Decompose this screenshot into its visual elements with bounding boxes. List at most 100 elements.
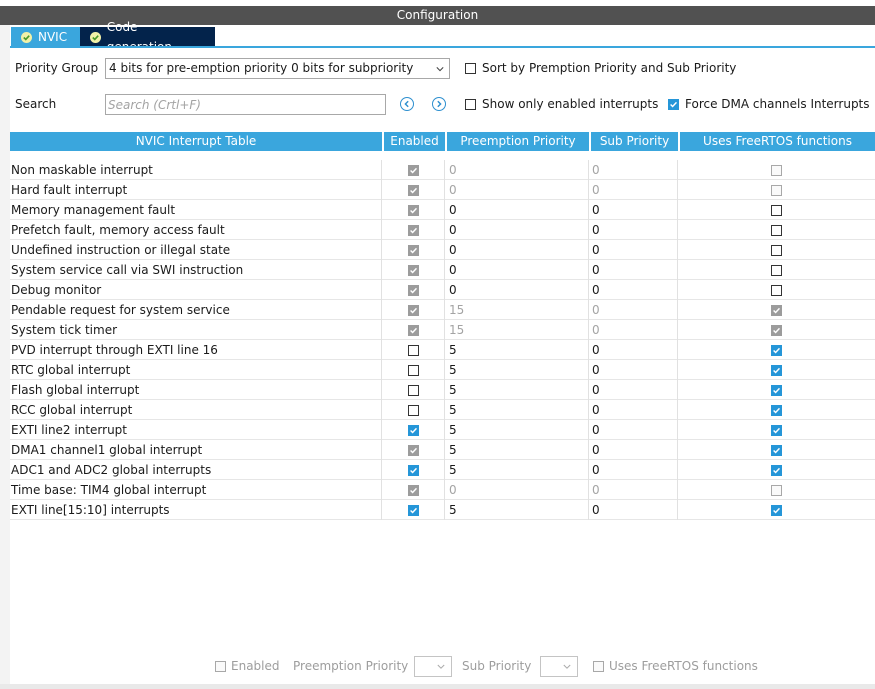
enabled-checkbox <box>408 324 419 336</box>
table-row[interactable]: Pendable request for system service 15 0 <box>10 299 875 320</box>
enabled-checkbox[interactable] <box>408 404 419 416</box>
freertos-checkbox[interactable] <box>770 224 782 236</box>
freertos-cell <box>678 160 873 180</box>
enabled-cell <box>382 219 445 240</box>
sub-priority-cell[interactable]: 0 <box>589 199 678 220</box>
sub-priority-cell[interactable]: 0 <box>589 419 678 440</box>
preemption-priority-cell[interactable]: 0 <box>445 279 589 300</box>
enabled-checkbox[interactable] <box>408 384 419 396</box>
sort-priority-option[interactable]: Sort by Premption Priority and Sub Prior… <box>465 61 736 75</box>
table-row[interactable]: EXTI line[15:10] interrupts 5 0 <box>10 499 875 520</box>
table-row[interactable]: Flash global interrupt 5 0 <box>10 379 875 400</box>
table-row[interactable]: DMA1 channel1 global interrupt 5 0 <box>10 439 875 460</box>
sub-priority-cell[interactable]: 0 <box>589 439 678 460</box>
enabled-checkbox <box>408 184 419 196</box>
sub-priority-cell[interactable]: 0 <box>589 239 678 260</box>
preemption-priority-cell[interactable]: 5 <box>445 399 589 420</box>
enabled-checkbox[interactable] <box>408 364 419 376</box>
force-dma-checkbox[interactable] <box>668 98 679 110</box>
preemption-priority-cell[interactable]: 5 <box>445 379 589 400</box>
footer-enabled-option[interactable]: Enabled <box>215 656 280 676</box>
interrupt-name: Prefetch fault, memory access fault <box>10 219 382 240</box>
table-row[interactable]: RCC global interrupt 5 0 <box>10 399 875 420</box>
footer-enabled-checkbox[interactable] <box>215 660 226 672</box>
preemption-priority-cell[interactable]: 0 <box>445 199 589 220</box>
sub-priority-cell[interactable]: 0 <box>589 219 678 240</box>
chevron-down-icon <box>436 67 444 72</box>
freertos-checkbox[interactable] <box>770 464 782 476</box>
freertos-checkbox[interactable] <box>770 504 782 516</box>
freertos-checkbox[interactable] <box>770 264 782 276</box>
table-row[interactable]: Debug monitor 0 0 <box>10 279 875 300</box>
search-previous-button[interactable] <box>400 97 414 111</box>
enabled-checkbox[interactable] <box>408 464 419 476</box>
table-row[interactable]: System service call via SWI instruction 0… <box>10 259 875 280</box>
preemption-priority-cell[interactable]: 5 <box>445 459 589 480</box>
freertos-checkbox[interactable] <box>770 244 782 256</box>
priority-group-select[interactable]: 4 bits for pre-emption priority 0 bits f… <box>105 58 450 79</box>
table-row[interactable]: Memory management fault 0 0 <box>10 199 875 220</box>
enabled-checkbox <box>408 444 419 456</box>
sub-priority-cell[interactable]: 0 <box>589 499 678 520</box>
enabled-checkbox[interactable] <box>408 424 419 436</box>
freertos-checkbox[interactable] <box>770 344 782 356</box>
interrupt-name: PVD interrupt through EXTI line 16 <box>10 339 382 360</box>
table-row[interactable]: Hard fault interrupt 0 0 <box>10 179 875 200</box>
table-row[interactable]: EXTI line2 interrupt 5 0 <box>10 419 875 440</box>
header-interrupt-table[interactable]: NVIC Interrupt Table <box>10 132 384 151</box>
footer-sub-priority-select[interactable] <box>540 656 578 677</box>
sub-priority-cell[interactable]: 0 <box>589 359 678 380</box>
footer-freertos-checkbox[interactable] <box>593 660 604 672</box>
freertos-checkbox[interactable] <box>770 364 782 376</box>
tab-bar: NVIC Code generation <box>11 20 215 54</box>
table-row[interactable]: Undefined instruction or illegal state 0 0 <box>10 239 875 260</box>
preemption-priority-cell[interactable]: 0 <box>445 219 589 240</box>
preemption-priority-cell: 15 <box>445 319 589 340</box>
sub-priority-cell: 0 <box>589 479 678 500</box>
table-row[interactable]: System tick timer 15 0 <box>10 319 875 340</box>
sub-priority-cell[interactable]: 0 <box>589 259 678 280</box>
freertos-checkbox[interactable] <box>770 424 782 436</box>
tab-code-generation[interactable]: Code generation <box>80 20 215 54</box>
footer-preemption-select[interactable] <box>414 656 452 677</box>
enabled-cell <box>382 299 445 320</box>
table-row[interactable]: Non maskable interrupt 0 0 <box>10 159 875 180</box>
header-enabled[interactable]: Enabled <box>384 132 447 151</box>
enabled-checkbox[interactable] <box>408 344 419 356</box>
enabled-cell <box>382 159 445 180</box>
sub-priority-cell[interactable]: 0 <box>589 459 678 480</box>
table-row[interactable]: PVD interrupt through EXTI line 16 5 0 <box>10 339 875 360</box>
preemption-priority-cell[interactable]: 5 <box>445 439 589 460</box>
tab-nvic[interactable]: NVIC <box>11 27 80 47</box>
preemption-priority-cell[interactable]: 5 <box>445 339 589 360</box>
header-preemption-priority[interactable]: Preemption Priority <box>447 132 591 151</box>
table-row[interactable]: Prefetch fault, memory access fault 0 0 <box>10 219 875 240</box>
show-enabled-checkbox[interactable] <box>465 98 476 110</box>
footer-freertos-option[interactable]: Uses FreeRTOS functions <box>593 656 758 676</box>
preemption-priority-cell[interactable]: 5 <box>445 499 589 520</box>
preemption-priority-cell[interactable]: 5 <box>445 359 589 380</box>
preemption-priority-cell[interactable]: 0 <box>445 259 589 280</box>
sub-priority-cell[interactable]: 0 <box>589 279 678 300</box>
preemption-priority-cell[interactable]: 0 <box>445 239 589 260</box>
sub-priority-cell[interactable]: 0 <box>589 379 678 400</box>
sub-priority-cell[interactable]: 0 <box>589 339 678 360</box>
freertos-checkbox[interactable] <box>770 284 782 296</box>
sort-priority-checkbox[interactable] <box>465 62 476 74</box>
preemption-priority-cell[interactable]: 5 <box>445 419 589 440</box>
show-enabled-option[interactable]: Show only enabled interrupts <box>465 97 658 111</box>
search-input[interactable] <box>105 94 386 115</box>
search-next-button[interactable] <box>432 97 446 111</box>
header-uses-freertos[interactable]: Uses FreeRTOS functions <box>680 132 875 151</box>
freertos-checkbox[interactable] <box>770 384 782 396</box>
table-row[interactable]: ADC1 and ADC2 global interrupts 5 0 <box>10 459 875 480</box>
force-dma-option[interactable]: Force DMA channels Interrupts <box>668 97 870 111</box>
header-sub-priority[interactable]: Sub Priority <box>591 132 680 151</box>
freertos-checkbox[interactable] <box>770 444 782 456</box>
sub-priority-cell[interactable]: 0 <box>589 399 678 420</box>
table-row[interactable]: RTC global interrupt 5 0 <box>10 359 875 380</box>
freertos-checkbox[interactable] <box>770 204 782 216</box>
enabled-checkbox[interactable] <box>408 504 419 516</box>
table-row[interactable]: Time base: TIM4 global interrupt 0 0 <box>10 479 875 500</box>
freertos-checkbox[interactable] <box>770 404 782 416</box>
